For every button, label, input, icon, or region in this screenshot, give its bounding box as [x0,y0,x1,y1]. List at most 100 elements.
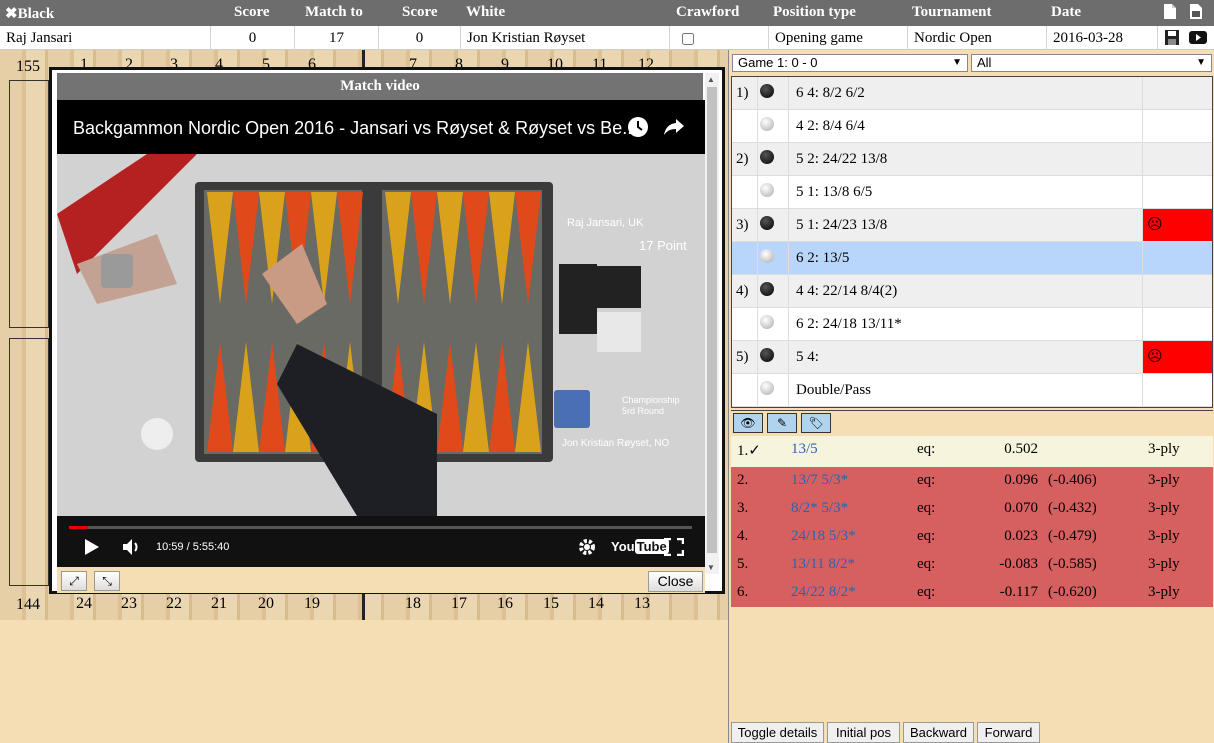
analysis-move[interactable]: 13/7 5/3* [791,472,848,489]
video-controls[interactable]: 10:59 / 5:55:40 You Tube [57,516,705,567]
tournament-value: Nordic Open [908,26,1047,50]
move-row[interactable]: 4) 4 4: 22/14 8/4(2) [732,275,1212,308]
equity-value: 0.096 [1004,472,1038,488]
play-icon[interactable] [85,539,99,560]
analysis-move[interactable]: 24/18 5/3* [791,528,856,545]
white-checker-icon [760,249,774,263]
analysis-row[interactable]: 4. 24/18 5/3* eq: 0.023 (-0.479) 3-ply [731,523,1213,551]
analysis-row[interactable]: 2. 13/7 5/3* eq: 0.096 (-0.406) 3-ply [731,467,1213,495]
move-text: 6 2: 24/18 13/11* [796,316,902,332]
move-text: Double/Pass [796,382,871,398]
ply-depth: 3-ply [1148,584,1180,600]
analysis-move[interactable]: 13/5 [791,441,818,458]
move-row[interactable]: 6 2: 13/5 [732,242,1212,275]
point-number-bottom: 22 [166,595,182,612]
point-number-bottom: 21 [211,595,227,612]
move-number: 5) [736,349,749,365]
tournament-header: Tournament [912,4,992,20]
eye-icon[interactable]: 👁 [733,413,763,433]
analysis-rank: 5. [737,556,749,572]
video-frame[interactable]: Raj Jansari, UK 17 Point Championship 5rd… [57,154,705,516]
save-icon[interactable] [1165,30,1179,50]
white-player: Jon Kristian Røyset [461,26,670,50]
point-number-bottom: 14 [588,595,604,612]
move-text: 5 1: 13/8 6/5 [796,184,873,200]
white-checker-icon [760,381,774,395]
move-row[interactable]: 6 2: 24/18 13/11* [732,308,1212,341]
point-number-bottom: 15 [543,595,559,612]
analysis-move[interactable]: 8/2* 5/3* [791,500,848,517]
analysis-move[interactable]: 24/22 8/2* [791,584,856,601]
edit-icon[interactable]: ✎ [767,413,797,433]
progress-bar[interactable] [69,526,692,529]
match-to-value: 17 [295,26,379,50]
dialog-scrollbar[interactable]: ▲ ▼ [705,73,719,574]
analysis-rank: 6. [737,584,749,600]
white-checker-icon [760,315,774,329]
move-row[interactable]: 1) 6 4: 8/2 6/2 [732,77,1212,110]
expand-icon[interactable]: ⤢ [61,571,87,591]
match-info-row[interactable]: Raj Jansari 0 17 0 Jon Kristian Røyset O… [0,26,1214,50]
ply-depth: 3-ply [1148,500,1180,516]
analysis-move[interactable]: 13/11 8/2* [791,556,855,573]
shrink-icon[interactable]: ⤡ [94,571,120,591]
move-number: 3) [736,217,749,233]
video-title[interactable]: Backgammon Nordic Open 2016 - Jansari vs… [73,118,637,139]
analysis-row[interactable]: 3. 8/2* 5/3* eq: 0.070 (-0.432) 3-ply [731,495,1213,523]
overlay-player1: Raj Jansari, UK [567,217,644,229]
close-button[interactable]: Close [648,571,703,592]
move-row[interactable]: 4 2: 8/4 6/4 [732,110,1212,143]
pip-count-bottom: 144 [16,596,40,613]
youtube-logo-icon[interactable]: You Tube [611,539,669,554]
eq-label: eq: [917,472,936,488]
black-column-header[interactable]: ✖Black [5,4,54,23]
analysis-row[interactable]: 5. 13/11 8/2* eq: -0.083 (-0.585) 3-ply [731,551,1213,579]
tag-icon[interactable]: 🏷 [801,413,831,433]
move-list[interactable]: 1) 6 4: 8/2 6/2 4 2: 8/4 6/4 2) 5 2: 24/22 1… [731,76,1213,408]
move-row[interactable]: 3) 5 1: 24/23 13/8 ☹ [732,209,1212,242]
top-tray [9,80,49,328]
toggle-details-button[interactable]: Toggle details [731,722,824,743]
move-text: 6 4: 8/2 6/2 [796,85,865,101]
ply-depth: 3-ply [1148,441,1180,457]
watch-later-icon[interactable] [627,116,649,143]
move-text: 5 2: 24/22 13/8 [796,151,888,167]
new-document-icon[interactable] [1163,3,1177,20]
analysis-row[interactable]: 1.✓ 13/5 eq: 0.502 3-ply [731,436,1213,467]
share-icon[interactable] [663,116,685,143]
game-select[interactable]: Game 1: 0 - 0 ▼ [732,54,968,72]
score-white: 0 [379,26,461,50]
position-type-header: Position type [773,4,856,20]
backward-button[interactable]: Backward [903,722,974,743]
analysis-rank: 4. [737,528,749,544]
forward-button[interactable]: Forward [977,722,1040,743]
point-number-bottom: 17 [451,595,467,612]
blunder-flag: ☹ [1143,209,1212,241]
eq-label: eq: [917,500,936,516]
import-document-icon[interactable] [1189,3,1203,20]
filter-select[interactable]: All ▼ [971,54,1212,72]
dialog-footer: ⤢ ⤡ Close [57,567,705,593]
eq-label: eq: [917,441,936,457]
point-number-bottom: 20 [258,595,274,612]
eq-label: eq: [917,584,936,600]
move-row[interactable]: Double/Pass [732,374,1212,407]
youtube-player[interactable]: Backgammon Nordic Open 2016 - Jansari vs… [57,100,705,567]
eq-label: eq: [917,528,936,544]
initial-pos-button[interactable]: Initial pos [827,722,900,743]
crawford-checkbox[interactable] [682,32,694,45]
blunder-flag: ☹ [1143,341,1212,373]
match-video-dialog[interactable]: Match video Backgammon Nordic Open 2016 … [49,67,725,594]
move-row[interactable]: 2) 5 2: 24/22 13/8 [732,143,1212,176]
youtube-video-icon[interactable] [1189,31,1207,49]
black-player: Raj Jansari [0,26,211,50]
dialog-title[interactable]: Match video [57,73,703,100]
move-row[interactable]: 5) 5 4: ☹ [732,341,1212,374]
fullscreen-icon[interactable] [663,537,685,561]
score-black-header: Score [234,4,270,20]
equity-value: 0.070 [1004,500,1038,516]
settings-gear-icon[interactable] [578,538,596,561]
volume-icon[interactable] [123,539,141,560]
analysis-row[interactable]: 6. 24/22 8/2* eq: -0.117 (-0.620) 3-ply [731,579,1213,607]
move-row[interactable]: 5 1: 13/8 6/5 [732,176,1212,209]
